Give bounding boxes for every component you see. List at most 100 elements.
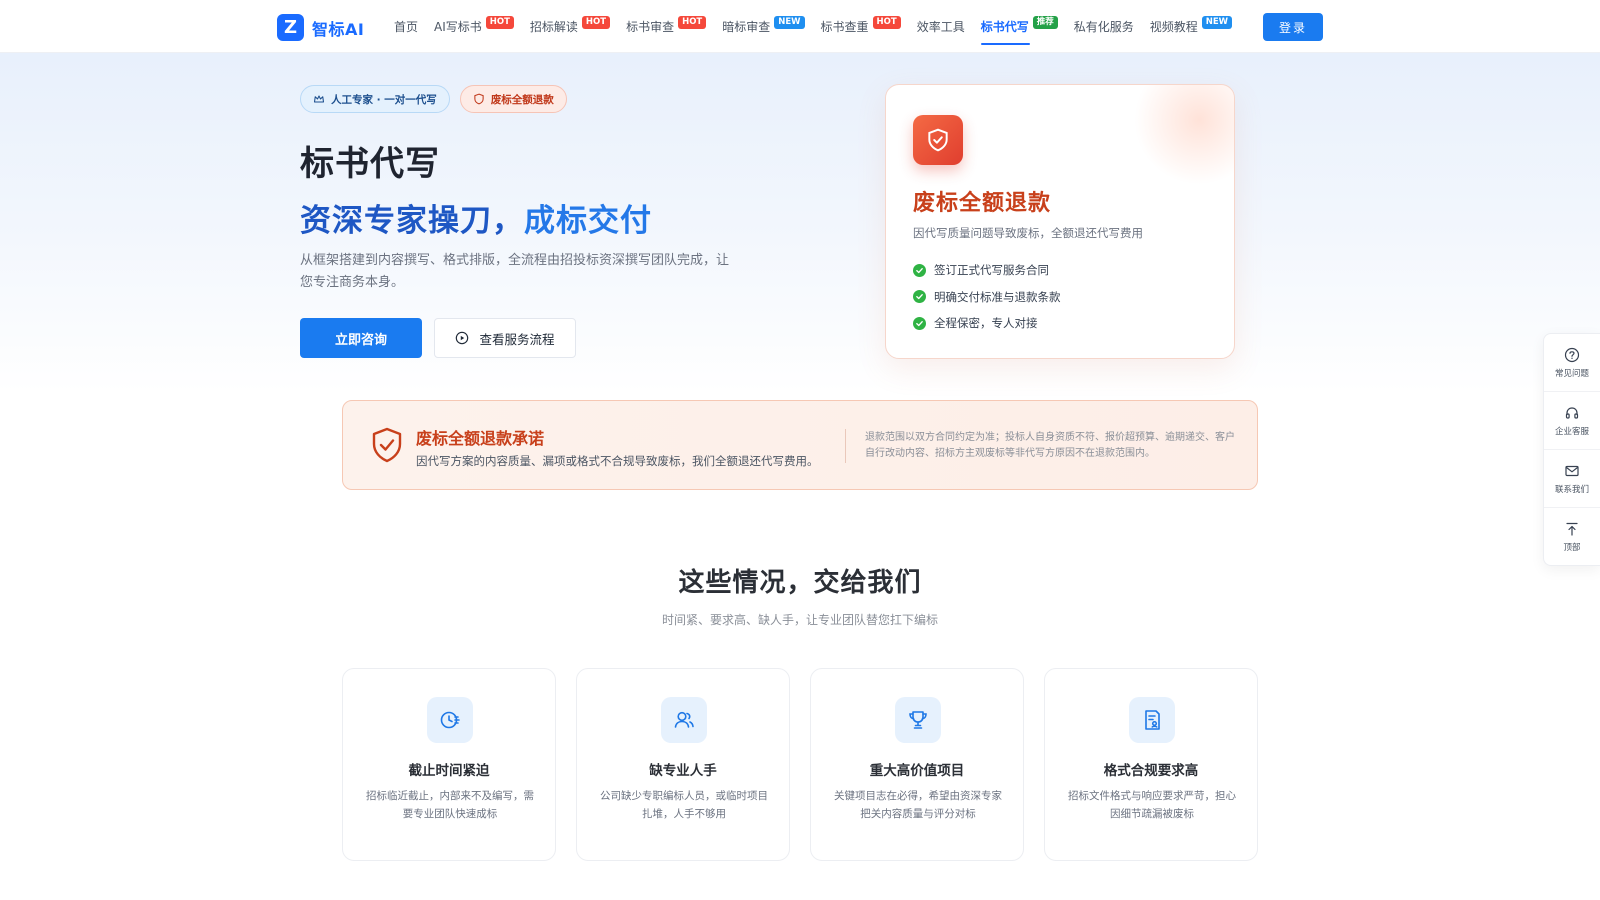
promise-description: 因代写方案的内容质量、漏项或格式不合规导致废标，我们全额退还代写费用。 (416, 454, 819, 468)
card-title: 格式合规要求高 (1103, 763, 1199, 779)
refund-feature-text: 全程保密，专人对接 (934, 316, 1038, 331)
card-description: 关键项目志在必得，希望由资深专家把关内容质量与评分对标 (834, 790, 1002, 820)
card-description: 招标文件格式与响应要求严苛，担心因细节疏漏被废标 (1068, 790, 1236, 820)
scenario-card-staffing: 缺专业人手 公司缺少专职编标人员，或临时项目扎堆，人手不够用 (576, 668, 790, 861)
brand-logo-icon: Z (277, 14, 304, 41)
refund-card-title: 废标全额退款 (913, 191, 1052, 216)
scenario-card-high-value: 重大高价值项目 关键项目志在必得，希望由资深专家把关内容质量与评分对标 (810, 668, 1024, 861)
promise-title: 废标全额退款承诺 (416, 429, 545, 448)
section-subtitle: 时间紧、要求高、缺人手，让专业团队替您扛下编标 (661, 613, 938, 627)
back-to-top-button[interactable]: 顶部 (1544, 508, 1600, 566)
recommend-badge: 推荐 (1032, 16, 1058, 29)
contact-us-button[interactable]: 联系我们 (1544, 450, 1600, 508)
document-icon (1129, 697, 1175, 743)
hero-tags: 人工专家 · 一对一代写 废标全额退款 (300, 85, 567, 113)
refund-feature-list: 签订正式代写服务合同 明确交付标准与退款条款 全程保密，专人对接 (913, 257, 1061, 337)
card-description: 公司缺少专职编标人员，或临时项目扎堆，人手不够用 (600, 790, 768, 820)
hot-badge: HOT (485, 16, 514, 29)
faq-button[interactable]: 常见问题 (1544, 334, 1600, 392)
nav-item-video-tutorial[interactable]: 视频教程 NEW (1149, 0, 1233, 53)
trophy-icon (895, 697, 941, 743)
users-icon (661, 697, 707, 743)
nav-item-label: 效率工具 (916, 20, 965, 34)
main-nav: 首页 AI写标书 HOT 招标解读 HOT 标书审查 HOT 暗标审查 NEW … (394, 0, 1248, 53)
nav-item-label: 暗标审查 (722, 20, 771, 34)
scenario-cards: 截止时间紧迫 招标临近截止，内部来不及编写，需要专业团队快速成标 缺专业人手 公… (342, 668, 1258, 861)
hero-section (0, 53, 1600, 393)
card-description: 招标临近截止，内部来不及编写，需要专业团队快速成标 (366, 790, 534, 820)
refund-feature-text: 明确交付标准与退款条款 (934, 289, 1061, 304)
nav-item-label: 私有化服务 (1073, 20, 1134, 34)
nav-item-label: 标书查重 (820, 20, 869, 34)
new-badge: NEW (774, 16, 805, 29)
scenario-card-deadline: 截止时间紧迫 招标临近截止，内部来不及编写，需要专业团队快速成标 (342, 668, 556, 861)
view-service-flow-button[interactable]: 查看服务流程 (434, 318, 576, 358)
mail-icon (1565, 465, 1579, 476)
card-title: 截止时间紧迫 (408, 763, 490, 779)
nav-item-ghostwriting[interactable]: 标书代写 推荐 (980, 0, 1058, 53)
list-item: 全程保密，专人对接 (913, 310, 1061, 337)
nav-item-bid-review[interactable]: 标书审查 HOT (626, 0, 707, 53)
expert-tag: 人工专家 · 一对一代写 (300, 85, 450, 113)
refund-guarantee-card: 废标全额退款 因代写质量问题导致废标，全额退还代写费用 签订正式代写服务合同 明… (885, 84, 1235, 359)
clock-icon (427, 697, 473, 743)
hero-description: 从框架搭建到内容撰写、格式排版，全流程由招投标资深撰写团队完成，让您专注商务本身… (300, 253, 730, 290)
hero-subtitle-part1: 资深专家操刀， (300, 203, 524, 239)
login-button[interactable]: 登录 (1263, 13, 1323, 41)
divider (845, 429, 846, 463)
list-item: 明确交付标准与退款条款 (913, 284, 1061, 311)
nav-item-label: 标书代写 (980, 20, 1029, 34)
customer-service-label: 企业客服 (1554, 426, 1589, 437)
headset-icon (1565, 406, 1579, 419)
faq-label: 常见问题 (1554, 368, 1589, 379)
hot-badge: HOT (872, 16, 901, 29)
hot-badge: HOT (678, 16, 707, 29)
customer-service-button[interactable]: 企业客服 (1544, 392, 1600, 450)
check-circle-icon (913, 290, 926, 304)
scenario-card-compliance: 格式合规要求高 招标文件格式与响应要求严苛，担心因细节疏漏被废标 (1044, 668, 1258, 861)
play-circle-icon (456, 331, 469, 345)
new-badge: NEW (1201, 16, 1233, 29)
nav-item-label: AI写标书 (434, 20, 482, 34)
nav-item-efficiency-tools[interactable]: 效率工具 (917, 0, 965, 53)
nav-item-home[interactable]: 首页 (394, 0, 418, 53)
refund-promise-banner: 废标全额退款承诺 因代写方案的内容质量、漏项或格式不合规导致废标，我们全额退还代… (342, 400, 1258, 490)
nav-item-ai-write[interactable]: AI写标书 HOT (434, 0, 514, 53)
nav-item-label: 招标解读 (529, 20, 578, 34)
card-title: 重大高价值项目 (869, 763, 965, 779)
page-title: 标书代写 (300, 144, 440, 184)
back-to-top-label: 顶部 (1563, 543, 1581, 553)
crown-icon (313, 95, 325, 103)
nav-item-blind-review[interactable]: 暗标审查 NEW (722, 0, 805, 53)
refund-tag: 废标全额退款 (459, 85, 567, 113)
check-circle-icon (913, 316, 926, 330)
check-circle-icon (913, 263, 926, 277)
consult-now-button[interactable]: 立即咨询 (300, 318, 422, 358)
contact-us-label: 联系我们 (1554, 484, 1589, 495)
view-service-flow-label: 查看服务流程 (479, 331, 555, 347)
nav-item-tender-interpret[interactable]: 招标解读 HOT (529, 0, 611, 53)
nav-item-private-deploy[interactable]: 私有化服务 (1074, 0, 1134, 53)
shield-check-icon (913, 115, 963, 165)
hero-subtitle: 资深专家操刀，成标交付 (300, 195, 652, 240)
refund-card-description: 因代写质量问题导致废标，全额退还代写费用 (913, 226, 1143, 240)
nav-item-label: 标书审查 (626, 20, 675, 34)
nav-item-duplicate-check[interactable]: 标书查重 HOT (821, 0, 901, 53)
question-icon (1564, 347, 1580, 362)
refund-tag-label: 废标全额退款 (490, 93, 554, 106)
section-title: 这些情况，交给我们 (678, 568, 922, 598)
hot-badge: HOT (581, 16, 611, 29)
hero-subtitle-part2: 成标交付 (524, 203, 652, 239)
card-title: 缺专业人手 (649, 763, 717, 779)
top-navbar: Z 智标AI 首页 AI写标书 HOT 招标解读 HOT 标书审查 HOT 暗标… (0, 0, 1600, 53)
expert-tag-label: 人工专家 · 一对一代写 (331, 93, 437, 106)
shield-check-icon (372, 427, 402, 463)
promise-note: 退款范围以双方合同约定为准；投标人自身资质不符、报价超预算、逾期递交、客户自行改… (865, 432, 1235, 459)
shield-icon (474, 93, 484, 105)
list-item: 签订正式代写服务合同 (913, 257, 1061, 284)
brand[interactable]: Z 智标AI (277, 14, 364, 41)
nav-item-label: 首页 (394, 20, 419, 34)
floating-sidebar: 常见问题 企业客服 联系我们 顶部 (1543, 333, 1600, 566)
top-arrow-icon (1566, 522, 1578, 536)
nav-item-label: 视频教程 (1149, 20, 1198, 34)
